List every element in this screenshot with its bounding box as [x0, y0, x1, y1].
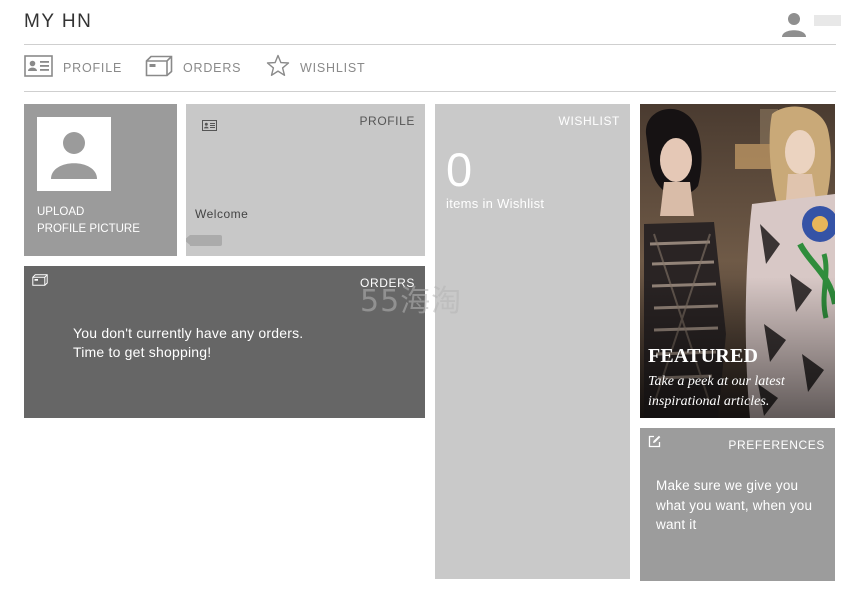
id-card-icon [24, 54, 53, 82]
star-icon [266, 54, 290, 82]
upload-label-line1: UPLOAD [37, 206, 85, 218]
header-divider [24, 44, 836, 45]
profile-tile-label: PROFILE [359, 114, 415, 128]
wishlist-count: 0 [446, 143, 473, 196]
watermark: 55海淘 [360, 284, 463, 319]
profile-tile[interactable]: PROFILE Welcome [186, 104, 425, 256]
orders-message-line2: Time to get shopping! [73, 343, 212, 360]
wishlist-tile[interactable]: WISHLIST 0 items in Wishlist [435, 104, 630, 579]
user-icon[interactable] [781, 11, 807, 37]
nav-profile-label: PROFILE [63, 61, 123, 75]
preferences-tile-label: PREFERENCES [728, 438, 825, 452]
welcome-text: Welcome [195, 207, 249, 221]
box-icon [32, 273, 48, 291]
featured-description: Take a peek at our latest inspirational … [648, 374, 785, 409]
nav-wishlist-label: WISHLIST [300, 61, 366, 75]
featured-tile[interactable]: FEATURED Take a peek at our latest inspi… [640, 104, 835, 418]
wishlist-count-label: items in Wishlist [446, 196, 545, 211]
orders-message-line1: You don't currently have any orders. [73, 325, 304, 341]
preferences-tile[interactable]: PREFERENCES Make sure we give you what y… [640, 428, 835, 581]
nav-orders-label: ORDERS [183, 61, 242, 75]
nav-profile[interactable]: PROFILE [24, 54, 123, 82]
user-name-placeholder [190, 235, 222, 246]
featured-photo [640, 104, 835, 418]
page-title: MY HN [24, 11, 93, 32]
preferences-description: Make sure we give you what you want, whe… [656, 478, 813, 532]
upload-label-line2: PROFILE PICTURE [37, 223, 140, 235]
nav-orders[interactable]: ORDERS [145, 55, 242, 82]
orders-empty-message: You don't currently have any orders. Tim… [73, 324, 303, 361]
upload-label: UPLOAD PROFILE PICTURE [37, 204, 157, 238]
avatar-placeholder-icon [37, 117, 111, 191]
id-card-icon [202, 118, 217, 136]
featured-title: FEATURED [648, 345, 759, 367]
edit-icon [648, 435, 661, 453]
wishlist-tile-label: WISHLIST [558, 114, 620, 128]
upload-profile-picture-tile[interactable]: UPLOAD PROFILE PICTURE [24, 104, 177, 256]
box-icon [145, 55, 173, 82]
user-name-placeholder[interactable] [814, 15, 841, 26]
nav-divider [24, 91, 836, 92]
nav-wishlist[interactable]: WISHLIST [266, 54, 366, 82]
